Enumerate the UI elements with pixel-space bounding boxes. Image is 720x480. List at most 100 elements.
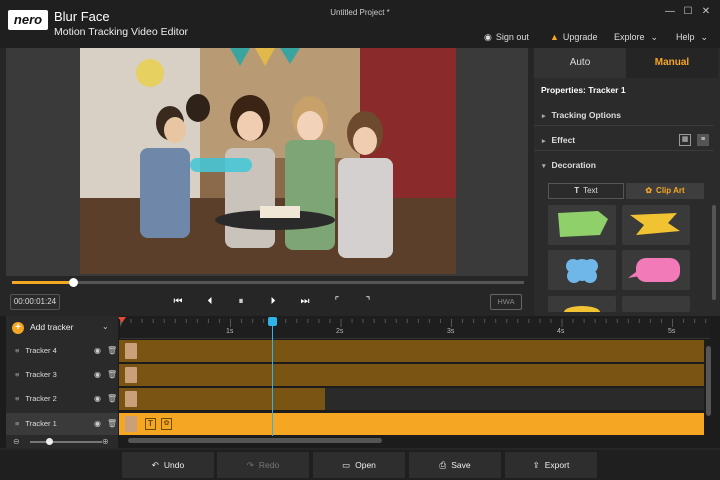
minimize-button[interactable]: —	[662, 5, 678, 19]
undo-label: Undo	[163, 460, 185, 470]
zoom-in-icon[interactable]: ⊕	[102, 437, 109, 446]
save-button[interactable]: ⎙ Save	[409, 452, 501, 478]
open-label: Open	[355, 460, 376, 470]
pink-bubble-icon	[628, 258, 680, 282]
help-label: Help	[676, 32, 695, 42]
explore-label: Explore	[614, 32, 645, 42]
folder-icon: ▭	[342, 460, 351, 470]
tab-clip-art[interactable]: ✿ Clip Art	[626, 183, 704, 199]
app-name: Blur Face	[54, 9, 110, 24]
open-button[interactable]: ▭ Open	[313, 452, 405, 478]
next-frame-button[interactable]: ⏵	[265, 294, 281, 310]
tab-text-label: Text	[583, 186, 598, 195]
track-bar-4[interactable]	[119, 340, 704, 362]
track-row-4[interactable]: ≡ Tracker 4 ◉ 🗑	[6, 340, 118, 362]
progress-fill	[12, 281, 74, 284]
track-bar-2[interactable]	[119, 388, 325, 410]
zoom-slider-knob[interactable]	[46, 438, 53, 445]
drag-handle-icon[interactable]: ≡	[15, 370, 19, 379]
clip-art-item[interactable]	[548, 205, 616, 245]
track-bar-3[interactable]	[119, 364, 704, 386]
mark-in-button[interactable]: ⌜	[329, 294, 345, 310]
in-marker[interactable]	[118, 317, 126, 323]
chevron-down-icon: ⌄	[700, 32, 709, 42]
timeline-horizontal-scrollbar[interactable]	[128, 438, 382, 443]
sign-out-link[interactable]: ◉ Sign out	[484, 30, 529, 44]
face-thumbnail	[125, 367, 137, 383]
video-frame[interactable]	[80, 48, 456, 274]
chevron-right-icon: ▸	[542, 138, 546, 145]
decoration-section[interactable]: ▾ Decoration	[534, 154, 714, 176]
zoom-out-icon[interactable]: ⊖	[13, 437, 20, 446]
list-view-icon[interactable]: ≡	[697, 134, 709, 146]
clip-art-item[interactable]	[622, 205, 690, 245]
export-button[interactable]: ⇪ Export	[505, 452, 597, 478]
zoom-slider[interactable]	[30, 441, 102, 443]
clip-art-icon: ✿	[645, 186, 653, 195]
trash-icon[interactable]: 🗑	[107, 364, 117, 386]
eye-icon[interactable]: ◉	[94, 364, 101, 386]
skip-to-start-button[interactable]: ⏮	[170, 294, 186, 310]
save-label: Save	[451, 460, 471, 470]
help-menu[interactable]: Help ⌄	[676, 30, 708, 44]
add-tracker-button[interactable]: + Add tracker	[12, 322, 73, 334]
chevron-down-icon[interactable]: ⌄	[102, 322, 109, 331]
timeline-vertical-scrollbar[interactable]	[706, 346, 711, 416]
progress-track[interactable]	[12, 281, 524, 284]
face-thumbnail	[125, 391, 137, 407]
track-row-1[interactable]: ≡ Tracker 1 ◉ 🗑	[6, 413, 118, 435]
drag-handle-icon[interactable]: ≡	[15, 394, 19, 403]
explore-menu[interactable]: Explore ⌄	[614, 30, 658, 44]
panel-scrollbar[interactable]	[712, 205, 716, 300]
pause-button[interactable]: ⏸	[233, 294, 249, 310]
eye-icon[interactable]: ◉	[94, 388, 101, 410]
clip-art-item[interactable]	[548, 250, 616, 290]
chevron-down-icon: ▾	[542, 163, 546, 170]
grid-view-icon[interactable]: ▦	[679, 134, 691, 146]
track-row-2[interactable]: ≡ Tracker 2 ◉ 🗑	[6, 388, 118, 410]
upgrade-link[interactable]: ▲ Upgrade	[550, 30, 597, 44]
clip-art-item[interactable]	[622, 250, 690, 290]
tracking-options-section[interactable]: ▸ Tracking Options	[534, 104, 714, 126]
add-tracker-label: Add tracker	[30, 322, 74, 332]
section-label: Tracking Options	[551, 110, 621, 120]
track-row-3[interactable]: ≡ Tracker 3 ◉ 🗑	[6, 364, 118, 386]
hwa-button[interactable]: HWA	[490, 294, 522, 310]
trash-icon[interactable]: 🗑	[107, 388, 117, 410]
skip-to-end-button[interactable]: ⏭	[297, 294, 313, 310]
redo-label: Redo	[258, 460, 280, 470]
clip-art-effect-icon[interactable]: ✿	[161, 418, 172, 430]
mark-out-button[interactable]: ⌝	[360, 294, 376, 310]
clip-art-item[interactable]	[548, 296, 616, 318]
yellow-ribbon-icon	[630, 213, 680, 235]
maximize-button[interactable]: ☐	[680, 5, 696, 19]
undo-button[interactable]: ↶ Undo	[122, 452, 214, 478]
track-label: Tracker 2	[25, 394, 57, 403]
track-bar-1[interactable]: T ✿	[119, 413, 704, 435]
yellow-shape-icon	[564, 306, 600, 318]
progress-knob[interactable]	[69, 278, 79, 287]
drag-handle-icon[interactable]: ≡	[15, 419, 19, 428]
trash-icon[interactable]: 🗑	[107, 413, 117, 435]
properties-title: Properties: Tracker 1	[541, 85, 626, 95]
text-effect-icon[interactable]: T	[145, 418, 156, 430]
trash-icon[interactable]: 🗑	[107, 340, 117, 362]
redo-button[interactable]: ↷ Redo	[217, 452, 309, 478]
clip-art-item[interactable]	[622, 296, 690, 312]
user-icon: ◉	[484, 32, 492, 42]
section-label: Decoration	[551, 160, 596, 170]
eye-icon[interactable]: ◉	[94, 340, 101, 362]
ruler-ticks	[119, 319, 707, 327]
previous-frame-button[interactable]: ⏴	[202, 294, 218, 310]
playhead-handle[interactable]	[268, 317, 277, 326]
drag-handle-icon[interactable]: ≡	[15, 346, 19, 355]
tick-label: 1s	[226, 328, 234, 335]
time-ruler[interactable]	[119, 317, 710, 339]
eye-icon[interactable]: ◉	[94, 413, 101, 435]
nero-logo: nero	[8, 10, 48, 30]
tab-text[interactable]: T Text	[548, 183, 624, 199]
close-button[interactable]: ✕	[698, 5, 714, 19]
tab-auto[interactable]: Auto	[534, 48, 626, 78]
tab-manual[interactable]: Manual	[626, 48, 718, 78]
upgrade-icon: ▲	[550, 32, 559, 42]
